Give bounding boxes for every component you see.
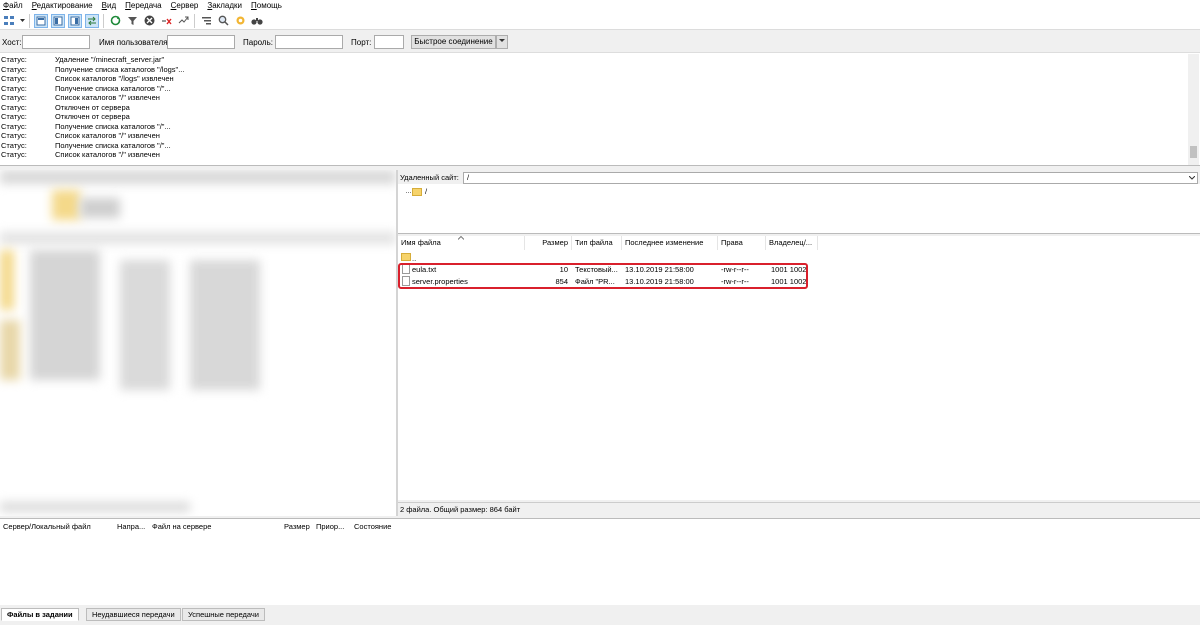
password-label: Пароль: (243, 38, 273, 47)
remote-path-value: / (467, 173, 470, 182)
menu-server[interactable]: Сервер (171, 0, 199, 12)
tab-successful-transfers[interactable]: Успешные передачи (182, 608, 265, 621)
scrollbar-thumb[interactable] (1190, 146, 1197, 158)
port-label: Порт: (351, 38, 372, 47)
tab-queued-files[interactable]: Файлы в задании (1, 608, 79, 621)
host-input[interactable] (22, 35, 90, 49)
disconnect-icon[interactable] (159, 14, 173, 28)
quickconnect-dropdown[interactable] (496, 35, 508, 49)
refresh-icon[interactable] (108, 14, 122, 28)
filter-icon[interactable] (125, 14, 139, 28)
sort-asc-icon (458, 236, 464, 240)
file-row-parent[interactable]: .. (398, 252, 1200, 263)
queue-header-local-file[interactable]: Сервер/Локальный файл (3, 522, 91, 531)
message-log[interactable]: Статус: Удаление "/minecraft_server.jar" … (0, 53, 1200, 166)
search-icon[interactable] (216, 14, 230, 28)
host-label: Хост: (2, 38, 22, 47)
remote-status-bar: 2 файла. Общий размер: 864 байт (398, 502, 1200, 516)
sync-browsing-icon[interactable] (233, 14, 247, 28)
menu-edit[interactable]: Редактирование (32, 0, 93, 12)
quickconnect-button[interactable]: Быстрое соединение (411, 35, 496, 49)
log-scrollbar[interactable] (1188, 54, 1199, 165)
cancel-icon[interactable] (142, 14, 156, 28)
queue-header-direction[interactable]: Напра... (117, 522, 145, 531)
chevron-down-icon[interactable] (19, 14, 25, 28)
menu-view[interactable]: Вид (102, 0, 116, 12)
column-header-owner[interactable]: Владелец/... (766, 236, 818, 250)
toggle-remote-tree-icon[interactable] (68, 13, 82, 28)
queue-header-priority[interactable]: Приор... (316, 522, 344, 531)
port-input[interactable] (374, 35, 404, 49)
menu-transfer[interactable]: Передача (125, 0, 161, 12)
directory-listing-filter-icon[interactable] (199, 14, 213, 28)
site-manager-icon[interactable] (2, 14, 16, 28)
local-pane-blurred (0, 170, 396, 516)
queue-header-size[interactable]: Размер (284, 522, 310, 531)
transfer-queue[interactable]: Сервер/Локальный файл Напра... Файл на с… (0, 518, 1200, 605)
toolbar-separator (29, 13, 30, 28)
column-header-size[interactable]: Размер (525, 236, 572, 250)
remote-path-combobox[interactable]: / (463, 172, 1198, 184)
queue-header-status[interactable]: Состояние (354, 522, 391, 531)
menu-file[interactable]: Файл (3, 0, 23, 12)
queue-header-remote-file[interactable]: Файл на сервере (152, 522, 211, 531)
remote-site-label: Удаленный сайт: (400, 173, 459, 182)
toolbar-separator (194, 13, 195, 28)
highlight-annotation (398, 263, 808, 289)
folder-icon (412, 188, 422, 196)
toggle-log-icon[interactable] (34, 13, 48, 28)
remote-directory-tree[interactable]: / (398, 184, 1200, 234)
column-header-type[interactable]: Тип файла (572, 236, 622, 250)
toggle-local-tree-icon[interactable] (51, 13, 65, 28)
password-input[interactable] (275, 35, 343, 49)
menu-help[interactable]: Помощь (251, 0, 282, 12)
tab-failed-transfers[interactable]: Неудавшиеся передачи (86, 608, 181, 621)
tree-root-item[interactable]: / (425, 187, 427, 196)
toolbar (0, 12, 1200, 30)
column-header-permissions[interactable]: Права (718, 236, 766, 250)
menu-bookmarks[interactable]: Закладки (207, 0, 242, 12)
reconnect-icon[interactable] (176, 14, 190, 28)
tree-connector (406, 192, 411, 193)
toggle-queue-icon[interactable] (85, 13, 99, 28)
menu-bar: Файл Редактирование Вид Передача Сервер … (0, 0, 1200, 12)
binoculars-icon[interactable] (250, 14, 264, 28)
queue-tabs: Файлы в задании Неудавшиеся передачи Усп… (0, 607, 1200, 625)
chevron-down-icon (1189, 176, 1195, 180)
quickconnect-bar: Хост: Имя пользователя: Пароль: Порт: Бы… (0, 31, 1200, 53)
username-input[interactable] (167, 35, 235, 49)
chevron-down-icon (499, 39, 505, 42)
toolbar-separator (103, 13, 104, 28)
column-header-modified[interactable]: Последнее изменение (622, 236, 718, 250)
username-label: Имя пользователя: (99, 38, 170, 47)
folder-icon (401, 253, 411, 261)
